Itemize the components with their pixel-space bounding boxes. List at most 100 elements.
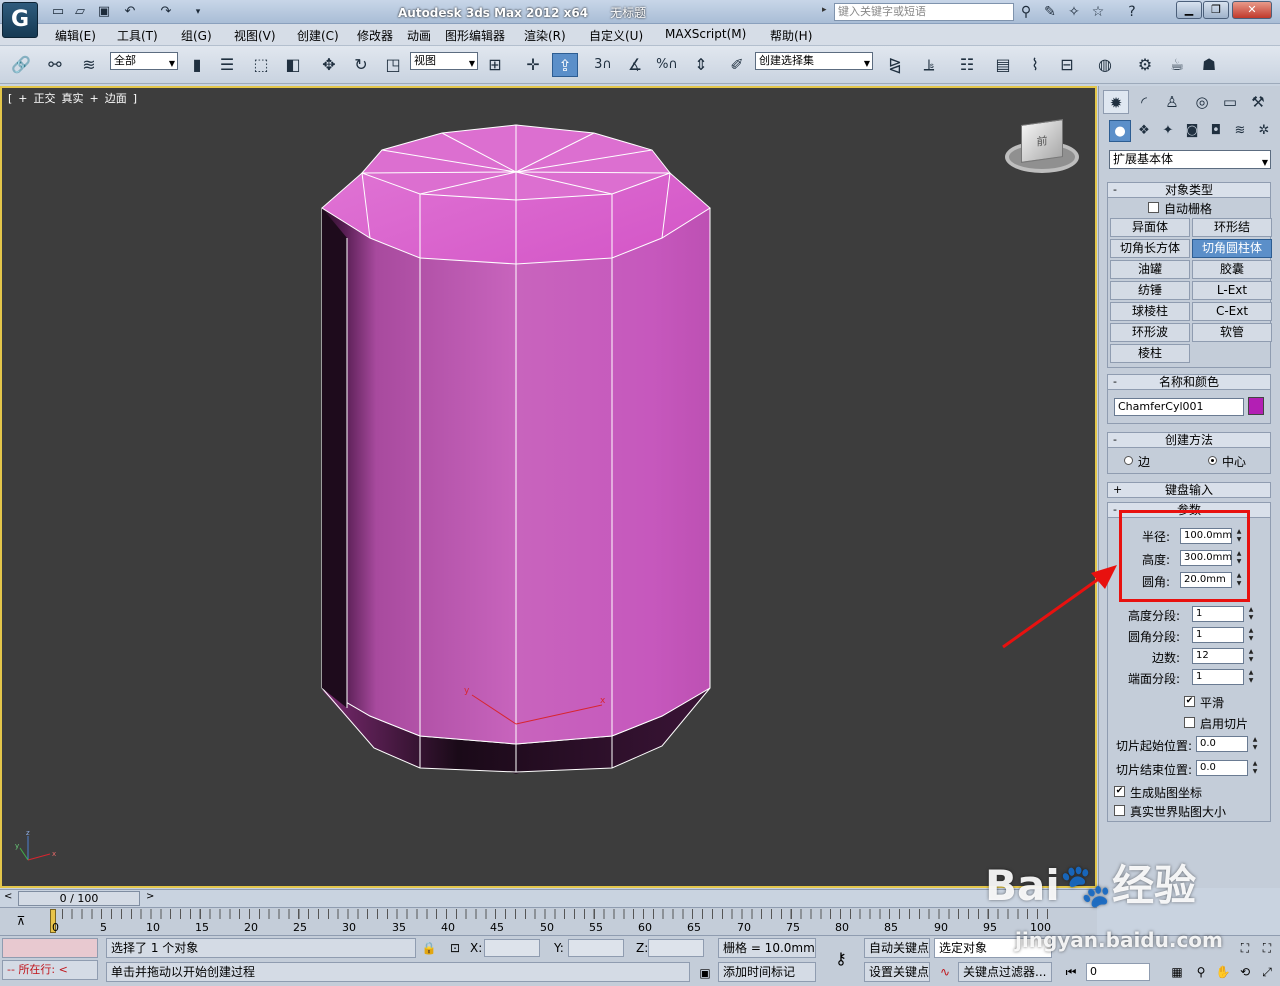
material-editor-icon[interactable]: ◍ [1092,53,1118,77]
next-frame-icon[interactable]: > [146,891,154,902]
zoom-extents-icon[interactable]: ⛶ [1236,939,1254,957]
gengon-button[interactable]: 球棱柱 [1110,302,1190,321]
communication-icon[interactable]: ✧ [1064,3,1084,21]
display-tab-icon[interactable]: ▭ [1217,90,1243,114]
rollout-object-type[interactable]: - 对象类型 [1107,182,1271,198]
chamfer-cylinder-object[interactable]: y x [2,88,1095,886]
maxscript-listener-mini[interactable] [2,938,98,958]
autogrid-checkbox[interactable] [1148,202,1159,213]
spinner-snap-icon[interactable]: ⇕ [688,53,714,77]
scale-icon[interactable]: ◳ [380,53,406,77]
prism-button[interactable]: 棱柱 [1110,344,1190,363]
chamfer-box-button[interactable]: 切角长方体 [1110,239,1190,258]
prev-frame-icon[interactable]: < [4,891,12,902]
create-tab-icon[interactable]: ✹ [1103,90,1129,114]
cameras-icon[interactable]: ◙ [1181,120,1203,142]
save-icon[interactable]: ▣ [94,3,114,21]
bind-space-warp-icon[interactable]: ≋ [76,53,102,77]
graphite-toggle-icon[interactable]: ▤ [990,53,1016,77]
unlink-icon[interactable]: ⚯ [42,53,68,77]
edge-radio[interactable] [1124,456,1133,465]
add-time-tag[interactable]: 添加时间标记 [718,962,816,982]
select-by-name-icon[interactable]: ☰ [214,53,240,77]
render-setup-icon[interactable]: ⚙ [1132,53,1158,77]
ringwave-button[interactable]: 环形波 [1110,323,1190,342]
rollout-name-color[interactable]: - 名称和颜色 [1107,374,1271,390]
time-tag-icon[interactable]: ▣ [696,964,714,982]
gen-mapping-checkbox[interactable]: ✔ [1114,786,1125,797]
key-icon[interactable]: ⚷ [832,950,850,968]
menu-animation[interactable]: 动画 [407,27,431,44]
curve-editor-icon[interactable]: ⌇ [1022,53,1048,77]
render-teapot-icon[interactable]: ☗ [1196,53,1222,77]
slice-from-spinner[interactable]: ▲ ▼ [1250,736,1260,752]
chamfer-cyl-button[interactable]: 切角圆柱体 [1192,239,1272,258]
menu-group[interactable]: 组(G) [181,27,212,44]
space-warps-icon[interactable]: ≋ [1229,120,1251,142]
open-file-icon[interactable]: ▱ [70,3,90,21]
running-line[interactable]: -- 所在行: < [2,960,98,980]
lock-selection-icon[interactable]: 🔒 [420,939,438,957]
lights-icon[interactable]: ✦ [1157,120,1179,142]
capsule-button[interactable]: 胶囊 [1192,260,1272,279]
help-icon[interactable]: ? [1122,3,1142,21]
slice-from-input[interactable]: 0.0 [1196,736,1248,752]
search-expand-icon[interactable]: ▸ [822,5,827,15]
hierarchy-tab-icon[interactable]: ♙ [1159,90,1185,114]
redo-icon[interactable]: ↷ [156,3,176,21]
search-input[interactable]: 键入关键字或短语 [834,3,1014,21]
pan-icon[interactable]: ✋ [1214,963,1232,981]
rotate-icon[interactable]: ↻ [348,53,374,77]
mirror-icon[interactable]: ⧎ [882,53,908,77]
slice-to-input[interactable]: 0.0 [1196,760,1248,776]
oil-tank-button[interactable]: 油罐 [1110,260,1190,279]
time-config-icon[interactable]: ▦ [1168,963,1186,981]
favorites-star-icon[interactable]: ☆ [1088,3,1108,21]
real-world-map-checkbox[interactable] [1114,805,1125,816]
object-color-swatch[interactable] [1248,397,1264,415]
cap-segs-input[interactable]: 1 [1192,669,1244,685]
systems-icon[interactable]: ✲ [1253,120,1275,142]
edit-named-sel-icon[interactable]: ✐ [724,53,750,77]
rollout-creation-method[interactable]: - 创建方法 [1107,432,1271,448]
fillet-segs-spinner[interactable]: ▲ ▼ [1246,627,1256,643]
select-object-icon[interactable]: ▮ [184,53,210,77]
c-ext-button[interactable]: C-Ext [1192,302,1272,321]
rendered-frame-icon[interactable]: ☕ [1164,53,1190,77]
key-filters-button[interactable]: 关键点过滤器... [958,962,1052,982]
rollout-keyboard-entry[interactable]: + 键盘输入 [1107,482,1271,498]
subscription-icon[interactable]: ✎ [1040,3,1060,21]
named-selection-dropdown[interactable]: 创建选择集 ▼ [755,52,873,70]
go-to-start-icon[interactable]: ⏮ [1062,963,1080,981]
smooth-checkbox[interactable]: ✔ [1184,696,1195,707]
height-segs-input[interactable]: 1 [1192,606,1244,622]
selection-filter-dropdown[interactable]: 全部 ▼ [110,52,178,70]
mini-curve-editor-icon[interactable]: ⊼ [12,912,30,930]
zoom-icon[interactable]: ⚲ [1192,963,1210,981]
torus-knot-button[interactable]: 环形结 [1192,218,1272,237]
maximize-viewport-icon[interactable]: ⤢ [1258,963,1276,981]
polyhedron-button[interactable]: 异面体 [1110,218,1190,237]
absolute-mode-icon[interactable]: ⊡ [446,939,464,957]
cap-segs-spinner[interactable]: ▲ ▼ [1246,669,1256,685]
select-manipulate-icon[interactable]: ✛ [520,53,546,77]
layer-manager-icon[interactable]: ☷ [954,53,980,77]
key-mode-curve-icon[interactable]: ∿ [936,963,954,981]
close-button[interactable]: ✕ [1232,1,1272,19]
track-bar[interactable]: ⊼ 0 5 10 15 20 25 30 35 40 45 50 55 60 6… [0,907,1097,935]
height-segs-spinner[interactable]: ▲ ▼ [1246,606,1256,622]
align-icon[interactable]: ⫡ [916,53,942,77]
geometry-icon[interactable]: ● [1109,120,1131,142]
object-category-dropdown[interactable]: 扩展基本体 ▼ [1109,150,1271,169]
viewport-front[interactable]: [+ 正交 真实 + 边面] y x 前 z x y [0,86,1097,888]
menu-views[interactable]: 视图(V) [234,27,276,44]
menu-help[interactable]: 帮助(H) [770,27,812,44]
menu-edit[interactable]: 编辑(E) [55,27,96,44]
helpers-icon[interactable]: ◘ [1205,120,1227,142]
move-icon[interactable]: ✥ [316,53,342,77]
time-slider[interactable]: < 0 / 100 > [0,889,1097,907]
current-frame-input[interactable]: 0 [1086,963,1150,981]
menu-maxscript[interactable]: MAXScript(M) [665,27,746,41]
viewcube[interactable]: 前 [1021,119,1063,163]
window-crossing-icon[interactable]: ◧ [280,53,306,77]
